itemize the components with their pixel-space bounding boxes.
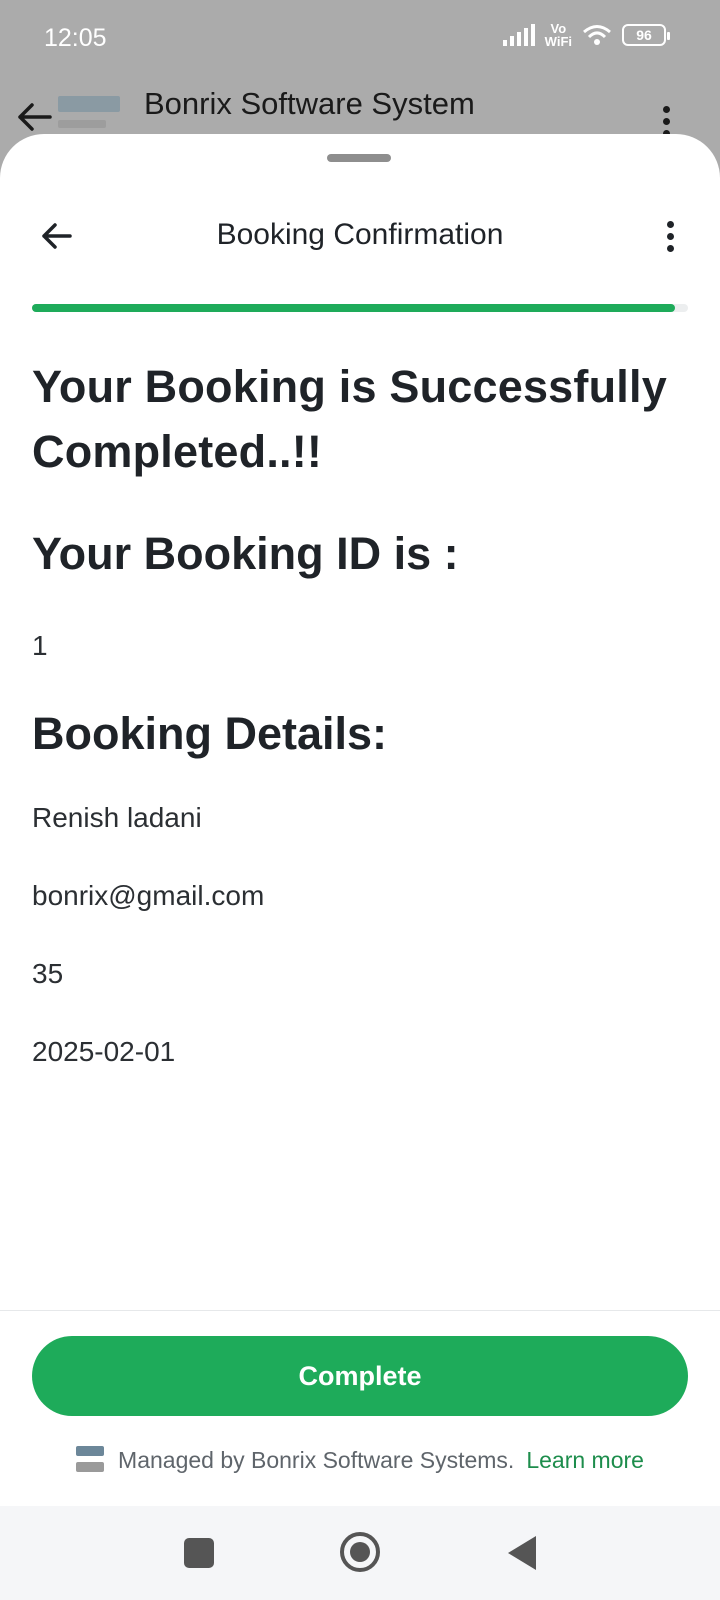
complete-button[interactable]: Complete (32, 1336, 688, 1416)
bonrix-logo-icon (76, 1446, 106, 1474)
background-back-icon (18, 103, 52, 131)
progress-fill (32, 304, 675, 312)
success-heading: Your Booking is Successfully Completed..… (32, 361, 667, 477)
recents-button[interactable] (184, 1538, 214, 1568)
bottom-sheet: Booking Confirmation Your Booking is Suc… (0, 134, 720, 1506)
home-button[interactable] (340, 1532, 380, 1572)
navigation-bar (0, 1506, 720, 1600)
status-time: 12:05 (44, 24, 107, 52)
status-bar: 12:05 Vo WiFi 96 (0, 0, 720, 80)
booking-details-heading: Booking Details: (32, 708, 388, 759)
vowifi-icon: Vo WiFi (544, 21, 572, 49)
more-vert-icon (666, 220, 674, 228)
managed-by-footer: Managed by Bonrix Software Systems. Lear… (0, 1446, 720, 1474)
learn-more-link[interactable]: Learn more (526, 1447, 644, 1474)
background-more-icon (663, 106, 670, 137)
status-icons: Vo WiFi 96 (502, 21, 670, 49)
detail-email: bonrix@gmail.com (32, 880, 265, 911)
drag-handle[interactable] (327, 154, 391, 162)
detail-name: Renish ladani (32, 802, 202, 833)
background-app-title: Bonrix Software System (144, 86, 475, 121)
more-options-button[interactable] (660, 216, 680, 256)
confirmation-content: Your Booking is Successfully Completed..… (32, 354, 688, 1072)
footer-divider (0, 1310, 720, 1311)
signal-icon (502, 24, 535, 46)
background-app-logo (58, 96, 120, 132)
detail-date: 2025-02-01 (32, 1036, 176, 1067)
detail-age: 35 (32, 958, 64, 989)
sheet-header: Booking Confirmation (0, 204, 720, 268)
booking-id-heading: Your Booking ID is : (32, 528, 459, 579)
progress-bar (32, 304, 688, 312)
booking-id-value: 1 (32, 630, 48, 661)
managed-by-text: Managed by Bonrix Software Systems. (118, 1446, 515, 1473)
nav-back-button[interactable] (508, 1536, 536, 1570)
wifi-icon (583, 25, 611, 45)
sheet-title: Booking Confirmation (216, 218, 504, 251)
battery-indicator: 96 (622, 24, 670, 46)
